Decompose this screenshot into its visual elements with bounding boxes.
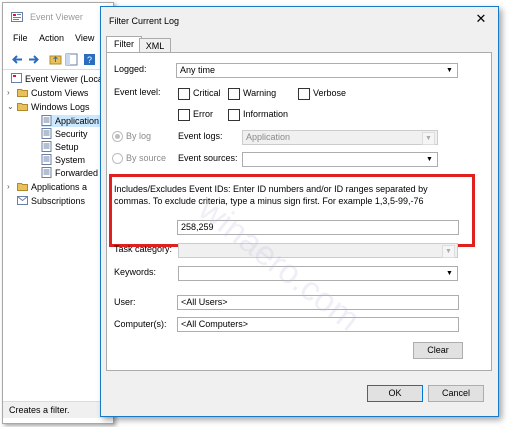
event-viewer-node-icon — [11, 73, 22, 83]
event-viewer-icon — [11, 12, 23, 22]
by-source-radio[interactable] — [112, 153, 123, 164]
dialog-title: Filter Current Log — [109, 16, 180, 26]
tree-item-label: System — [55, 155, 86, 165]
warning-checkbox[interactable] — [228, 88, 240, 100]
tree-item-label: Custom Views — [31, 88, 89, 98]
event-viewer-title: Event Viewer — [30, 12, 83, 22]
log-icon — [41, 154, 52, 165]
task-category-dropdown[interactable]: ▼ — [178, 243, 458, 258]
event-level-label: Event level: — [114, 87, 161, 97]
information-label: Information — [243, 109, 289, 119]
event-logs-dropdown[interactable]: Application ▼ — [242, 130, 438, 145]
tab-filter[interactable]: Filter — [106, 36, 142, 53]
chevron-down-icon: ▼ — [426, 156, 433, 163]
event-sources-dropdown[interactable]: ▼ — [242, 152, 438, 167]
event-ids-description: Includes/Excludes Event IDs: Enter ID nu… — [114, 184, 428, 206]
tree-item-label: Windows Logs — [31, 102, 90, 112]
by-log-label: By log — [126, 131, 152, 141]
log-icon — [41, 141, 52, 152]
verbose-label: Verbose — [313, 88, 347, 98]
user-value: <All Users> — [181, 297, 228, 307]
chevron-down-icon: ▼ — [446, 67, 453, 74]
menu-file[interactable]: File — [13, 33, 28, 43]
expand-arrow-icon[interactable]: › — [7, 89, 15, 97]
logged-value: Any time — [180, 65, 216, 75]
tree-item-label: Subscriptions — [31, 196, 86, 206]
folder-icon — [17, 89, 28, 97]
help-icon[interactable]: ? — [83, 53, 96, 66]
tree-item-label: Forwarded — [55, 168, 99, 178]
log-icon — [41, 167, 52, 178]
verbose-checkbox[interactable] — [298, 88, 310, 100]
tree-item-label: Application — [55, 116, 100, 126]
error-checkbox[interactable] — [178, 109, 190, 121]
collapse-arrow-icon[interactable]: ⌄ — [7, 103, 15, 111]
menu-view[interactable]: View — [75, 33, 94, 43]
expand-arrow-icon[interactable]: › — [7, 183, 15, 191]
folder-icon — [17, 183, 28, 191]
toolbar: ? — [3, 51, 113, 70]
tree-item-label: Setup — [55, 142, 79, 152]
warning-label: Warning — [243, 88, 277, 98]
ok-button[interactable]: OK — [367, 385, 423, 402]
chevron-down-icon: ▼ — [446, 270, 453, 277]
clear-button[interactable]: Clear — [413, 342, 463, 359]
error-label: Error — [193, 109, 213, 119]
task-category-label: Task category: — [114, 244, 173, 254]
chevron-down-icon: ▼ — [422, 132, 435, 145]
tree-item-label: Security — [55, 129, 88, 139]
by-log-radio[interactable] — [112, 131, 123, 142]
folder-icon — [17, 103, 28, 111]
tree-item-label: Event Viewer (Loca — [25, 74, 103, 84]
computers-label: Computer(s): — [114, 319, 167, 329]
event-sources-label: Event sources: — [178, 153, 238, 163]
keywords-label: Keywords: — [114, 267, 157, 277]
folder-up-icon[interactable] — [49, 53, 62, 66]
tab-xml[interactable]: XML — [139, 38, 171, 53]
by-source-label: By source — [126, 153, 167, 163]
log-icon — [41, 115, 52, 126]
user-label: User: — [114, 297, 136, 307]
logged-label: Logged: — [114, 64, 147, 74]
close-icon[interactable]: ✕ — [471, 11, 491, 27]
show-hide-tree-icon[interactable] — [65, 53, 78, 66]
log-icon — [41, 128, 52, 139]
logged-dropdown[interactable]: Any time ▼ — [176, 63, 458, 78]
critical-label: Critical — [193, 88, 221, 98]
cancel-button[interactable]: Cancel — [428, 385, 484, 402]
forward-arrow-icon[interactable] — [27, 53, 40, 66]
svg-text:?: ? — [87, 55, 92, 65]
back-arrow-icon[interactable] — [11, 53, 24, 66]
tree-item-label: Applications a — [31, 182, 88, 192]
event-logs-label: Event logs: — [178, 131, 223, 141]
information-checkbox[interactable] — [228, 109, 240, 121]
event-viewer-titlebar: Event Viewer — [3, 3, 113, 27]
chevron-down-icon: ▼ — [442, 245, 455, 258]
subscriptions-icon — [17, 196, 28, 205]
menu-action[interactable]: Action — [39, 33, 64, 43]
navigation-tree: Event Viewer (Loca › Custom Views ⌄ Wind… — [3, 73, 113, 403]
status-text: Creates a filter. — [9, 405, 70, 415]
event-logs-value: Application — [246, 132, 291, 142]
event-viewer-window: Event Viewer File Action View ? Event Vi… — [2, 2, 114, 424]
critical-checkbox[interactable] — [178, 88, 190, 100]
status-bar: Creates a filter. — [3, 401, 113, 418]
computers-value: <All Computers> — [181, 319, 249, 329]
